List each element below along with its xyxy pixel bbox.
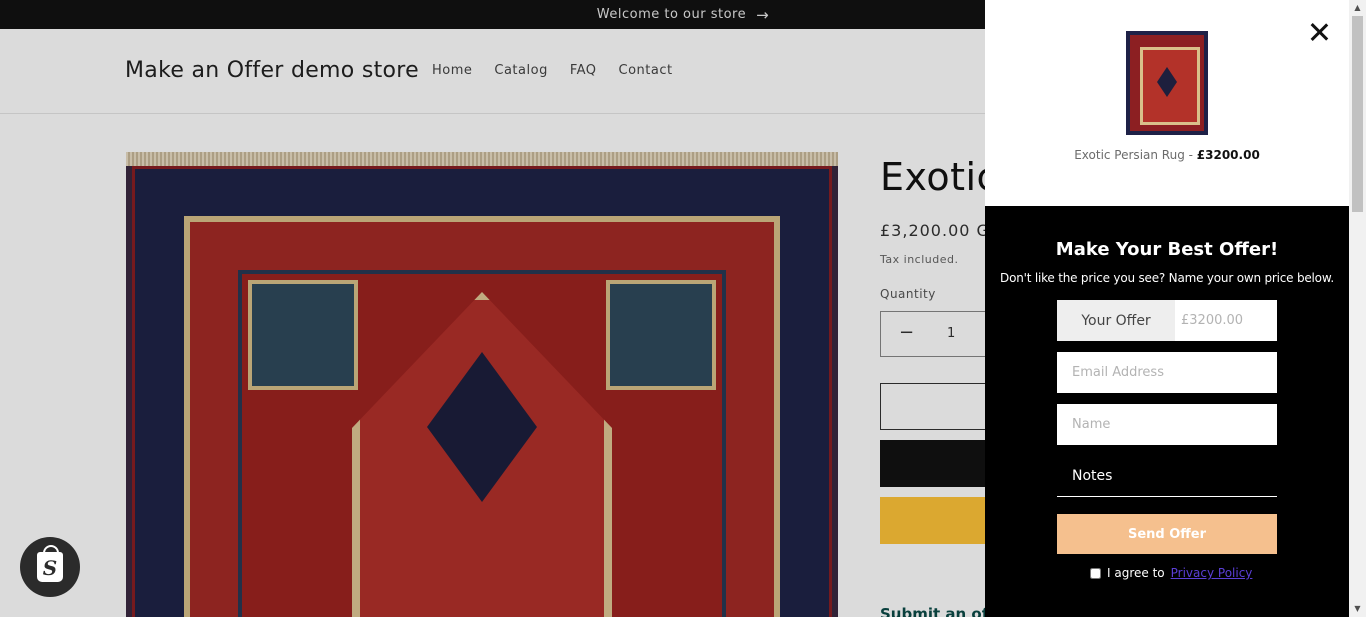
scroll-down-icon[interactable]: ▼ bbox=[1349, 601, 1366, 617]
drawer-product-line: Exotic Persian Rug - £3200.00 bbox=[985, 148, 1349, 162]
shopify-bag-icon: S bbox=[37, 545, 63, 582]
page-overlay[interactable] bbox=[0, 0, 985, 617]
scrollbar[interactable]: ▲ ▼ bbox=[1349, 0, 1366, 617]
offer-heading: Make Your Best Offer! bbox=[1055, 239, 1279, 260]
privacy-agreement: I agree to Privacy Policy bbox=[1090, 566, 1252, 580]
offer-subheading: Don't like the price you see? Name your … bbox=[1000, 271, 1334, 285]
shopify-badge[interactable]: S bbox=[20, 537, 80, 597]
offer-amount-label: Your Offer bbox=[1057, 300, 1175, 341]
close-icon[interactable] bbox=[1307, 20, 1331, 44]
privacy-policy-link[interactable]: Privacy Policy bbox=[1171, 566, 1253, 580]
product-thumbnail bbox=[1126, 31, 1208, 135]
offer-amount-group: Your Offer bbox=[1057, 300, 1277, 341]
agree-checkbox[interactable] bbox=[1090, 567, 1101, 579]
notes-field[interactable] bbox=[1057, 456, 1277, 497]
offer-drawer: Exotic Persian Rug - £3200.00 Make Your … bbox=[985, 0, 1349, 617]
drawer-product-summary: Exotic Persian Rug - £3200.00 bbox=[985, 0, 1349, 206]
offer-amount-input[interactable] bbox=[1175, 300, 1277, 341]
scroll-thumb[interactable] bbox=[1352, 16, 1363, 212]
name-field[interactable] bbox=[1057, 404, 1277, 445]
drawer-product-name: Exotic Persian Rug - bbox=[1074, 148, 1197, 162]
email-field[interactable] bbox=[1057, 352, 1277, 393]
drawer-product-price: £3200.00 bbox=[1196, 148, 1260, 162]
send-offer-button[interactable]: Send Offer bbox=[1057, 514, 1277, 554]
agree-text: I agree to bbox=[1107, 566, 1165, 580]
scroll-up-icon[interactable]: ▲ bbox=[1349, 0, 1366, 16]
